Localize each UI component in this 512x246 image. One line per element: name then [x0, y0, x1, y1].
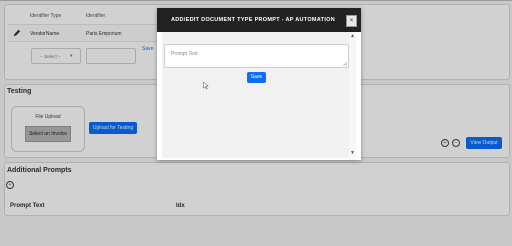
scroll-up-icon[interactable]: ▲ [350, 33, 355, 39]
scroll-down-icon[interactable]: ▼ [350, 150, 355, 156]
modal-header: ADD/EDIT DOCUMENT TYPE PROMPT - AP AUTOM… [157, 8, 361, 32]
modal-scrollbar[interactable]: ▲ ▼ [349, 32, 356, 160]
mouse-cursor-icon [203, 82, 209, 90]
modal-save-button[interactable]: Save [247, 72, 266, 83]
resize-handle-icon[interactable] [343, 62, 347, 66]
prompt-modal: ADD/EDIT DOCUMENT TYPE PROMPT - AP AUTOM… [157, 8, 361, 160]
modal-title: ADD/EDIT DOCUMENT TYPE PROMPT - AP AUTOM… [170, 17, 336, 23]
modal-body: Prompt Text Save [162, 32, 349, 158]
prompt-text-placeholder: Prompt Text [171, 51, 198, 57]
close-icon[interactable]: × [346, 15, 357, 27]
prompt-text-area[interactable]: Prompt Text [164, 44, 349, 68]
